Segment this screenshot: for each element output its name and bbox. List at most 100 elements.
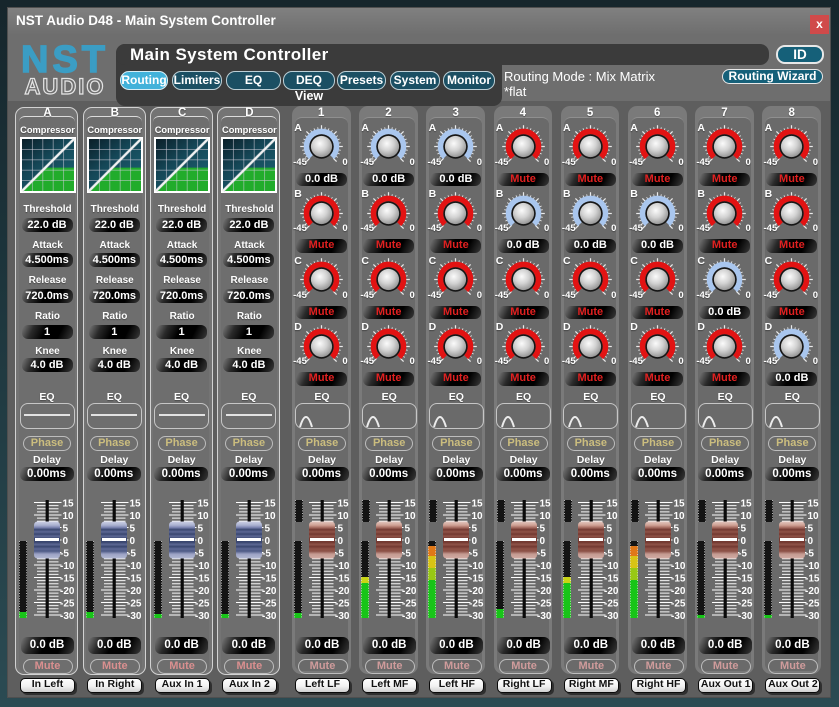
- svg-text:-15: -15: [335, 574, 350, 585]
- svg-text:15: 15: [405, 499, 417, 510]
- svg-text:5: 5: [197, 524, 203, 535]
- svg-text:-25: -25: [195, 599, 210, 610]
- svg-text:-10: -10: [604, 561, 619, 572]
- svg-text:-5: -5: [60, 549, 69, 560]
- svg-text:-5: -5: [537, 549, 546, 560]
- svg-text:-25: -25: [469, 599, 484, 610]
- svg-text:-10: -10: [195, 561, 210, 572]
- svg-text:15: 15: [197, 499, 209, 510]
- svg-text:5: 5: [606, 524, 612, 535]
- svg-text:-20: -20: [469, 586, 484, 597]
- svg-text:10: 10: [808, 511, 820, 522]
- svg-text:15: 15: [338, 499, 350, 510]
- svg-text:-20: -20: [335, 586, 350, 597]
- svg-text:-10: -10: [402, 561, 417, 572]
- svg-text:10: 10: [197, 511, 209, 522]
- svg-text:10: 10: [539, 511, 551, 522]
- svg-text:-30: -30: [738, 611, 753, 622]
- svg-text:-30: -30: [60, 611, 75, 622]
- svg-text:-30: -30: [604, 611, 619, 622]
- svg-text:10: 10: [606, 511, 618, 522]
- svg-text:-15: -15: [60, 574, 75, 585]
- svg-text:-15: -15: [604, 574, 619, 585]
- svg-text:-30: -30: [671, 611, 686, 622]
- svg-text:-10: -10: [738, 561, 753, 572]
- svg-text:-30: -30: [537, 611, 552, 622]
- svg-text:-25: -25: [402, 599, 417, 610]
- svg-text:-30: -30: [402, 611, 417, 622]
- svg-text:-20: -20: [60, 586, 75, 597]
- svg-text:15: 15: [539, 499, 551, 510]
- svg-text:-15: -15: [671, 574, 686, 585]
- svg-text:0: 0: [338, 536, 344, 547]
- svg-text:10: 10: [405, 511, 417, 522]
- svg-text:15: 15: [741, 499, 753, 510]
- svg-text:10: 10: [472, 511, 484, 522]
- svg-text:-10: -10: [335, 561, 350, 572]
- svg-text:5: 5: [405, 524, 411, 535]
- svg-text:-5: -5: [805, 549, 814, 560]
- svg-text:-15: -15: [262, 574, 277, 585]
- svg-text:5: 5: [264, 524, 270, 535]
- svg-text:-15: -15: [195, 574, 210, 585]
- svg-text:10: 10: [741, 511, 753, 522]
- svg-text:-5: -5: [469, 549, 478, 560]
- svg-text:-25: -25: [537, 599, 552, 610]
- svg-text:0: 0: [674, 536, 680, 547]
- svg-text:-30: -30: [469, 611, 484, 622]
- svg-text:0: 0: [808, 536, 814, 547]
- svg-text:15: 15: [606, 499, 618, 510]
- svg-text:-5: -5: [604, 549, 613, 560]
- svg-text:0: 0: [741, 536, 747, 547]
- svg-text:-5: -5: [195, 549, 204, 560]
- svg-text:0: 0: [264, 536, 270, 547]
- svg-text:-25: -25: [604, 599, 619, 610]
- svg-text:-15: -15: [537, 574, 552, 585]
- svg-text:5: 5: [539, 524, 545, 535]
- svg-text:0: 0: [606, 536, 612, 547]
- svg-text:15: 15: [808, 499, 820, 510]
- svg-text:-20: -20: [805, 586, 820, 597]
- svg-text:-10: -10: [671, 561, 686, 572]
- svg-text:-25: -25: [805, 599, 820, 610]
- svg-text:0: 0: [405, 536, 411, 547]
- svg-text:-25: -25: [335, 599, 350, 610]
- svg-text:-30: -30: [262, 611, 277, 622]
- svg-text:-25: -25: [60, 599, 75, 610]
- svg-text:-20: -20: [738, 586, 753, 597]
- svg-text:5: 5: [808, 524, 814, 535]
- svg-text:0: 0: [197, 536, 203, 547]
- svg-text:-25: -25: [127, 599, 142, 610]
- svg-text:-20: -20: [195, 586, 210, 597]
- svg-text:-15: -15: [805, 574, 820, 585]
- svg-text:0: 0: [63, 536, 69, 547]
- svg-text:-10: -10: [127, 561, 142, 572]
- svg-text:15: 15: [264, 499, 276, 510]
- svg-text:-5: -5: [335, 549, 344, 560]
- svg-text:15: 15: [63, 499, 75, 510]
- svg-text:10: 10: [338, 511, 350, 522]
- svg-text:-25: -25: [671, 599, 686, 610]
- svg-text:15: 15: [130, 499, 142, 510]
- svg-text:-10: -10: [805, 561, 820, 572]
- svg-text:-15: -15: [127, 574, 142, 585]
- svg-text:-15: -15: [469, 574, 484, 585]
- svg-text:5: 5: [472, 524, 478, 535]
- svg-text:-20: -20: [604, 586, 619, 597]
- svg-text:-20: -20: [127, 586, 142, 597]
- svg-text:10: 10: [674, 511, 686, 522]
- svg-text:-20: -20: [537, 586, 552, 597]
- svg-text:15: 15: [472, 499, 484, 510]
- svg-text:5: 5: [130, 524, 136, 535]
- svg-text:-5: -5: [671, 549, 680, 560]
- svg-text:-5: -5: [127, 549, 136, 560]
- svg-text:10: 10: [130, 511, 142, 522]
- svg-text:-25: -25: [738, 599, 753, 610]
- svg-text:5: 5: [674, 524, 680, 535]
- svg-text:-10: -10: [537, 561, 552, 572]
- svg-text:-20: -20: [402, 586, 417, 597]
- svg-text:-30: -30: [335, 611, 350, 622]
- svg-text:0: 0: [472, 536, 478, 547]
- svg-text:0: 0: [130, 536, 136, 547]
- svg-text:-10: -10: [262, 561, 277, 572]
